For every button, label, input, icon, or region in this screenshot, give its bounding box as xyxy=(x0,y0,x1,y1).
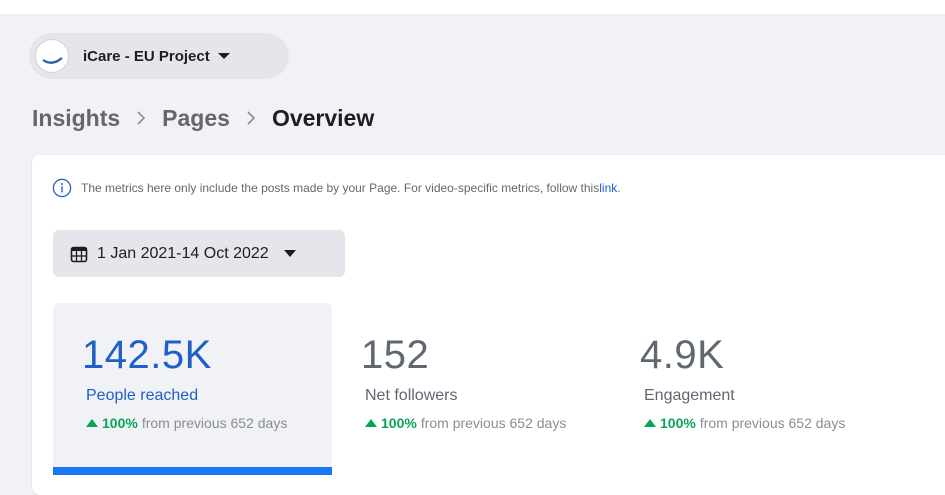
metric-net-followers[interactable]: 152 Net followers 100% from previous 652… xyxy=(332,303,611,475)
breadcrumb-insights[interactable]: Insights xyxy=(32,105,120,132)
metric-change: 100% from previous 652 days xyxy=(644,415,845,431)
caret-down-icon xyxy=(217,53,230,59)
date-range-label: 1 Jan 2021-14 Oct 2022 xyxy=(97,244,269,262)
date-range-button[interactable]: 1 Jan 2021-14 Oct 2022 xyxy=(53,230,345,277)
info-icon xyxy=(52,178,72,198)
metric-label: Net followers xyxy=(365,387,458,404)
metric-change: 100% from previous 652 days xyxy=(86,415,287,431)
metric-value: 152 xyxy=(361,333,430,377)
change-text: from previous 652 days xyxy=(699,415,846,431)
metric-value: 142.5K xyxy=(82,333,212,377)
arrow-up-icon xyxy=(365,419,377,427)
change-text: from previous 652 days xyxy=(420,415,567,431)
chevron-right-icon xyxy=(134,109,148,127)
chevron-right-icon xyxy=(244,109,258,127)
notice-suffix: . xyxy=(617,181,621,195)
change-percent: 100% xyxy=(660,415,696,431)
breadcrumb-current-overview: Overview xyxy=(271,104,375,131)
metric-value: 4.9K xyxy=(640,333,725,377)
notice-text: The metrics here only include the posts … xyxy=(81,181,600,195)
arrow-up-icon xyxy=(86,419,98,427)
change-text: from previous 652 days xyxy=(141,415,288,431)
arrow-up-icon xyxy=(644,419,656,427)
breadcrumb: Insights Pages Overview xyxy=(32,101,374,135)
page-selector-button[interactable]: iCare - EU Project xyxy=(29,33,289,79)
change-percent: 100% xyxy=(381,415,417,431)
metric-people-reached[interactable]: 142.5K People reached 100% from previous… xyxy=(53,303,332,475)
metric-change: 100% from previous 652 days xyxy=(365,415,566,431)
breadcrumb-pages[interactable]: Pages xyxy=(162,105,230,132)
page-avatar xyxy=(35,39,69,73)
metric-engagement[interactable]: 4.9K Engagement 100% from previous 652 d… xyxy=(611,303,890,475)
change-percent: 100% xyxy=(102,415,138,431)
overview-card: The metrics here only include the posts … xyxy=(32,155,945,495)
metric-label: People reached xyxy=(86,387,199,404)
top-bar xyxy=(0,0,945,14)
caret-down-icon xyxy=(283,250,296,257)
icare-logo-icon xyxy=(42,57,63,64)
metric-label: Engagement xyxy=(644,387,735,404)
video-metrics-link[interactable]: link xyxy=(599,181,617,195)
page-name: iCare - EU Project xyxy=(83,47,210,65)
metrics-row: 142.5K People reached 100% from previous… xyxy=(53,303,890,475)
calendar-icon xyxy=(69,244,89,264)
metrics-notice: The metrics here only include the posts … xyxy=(52,178,621,198)
